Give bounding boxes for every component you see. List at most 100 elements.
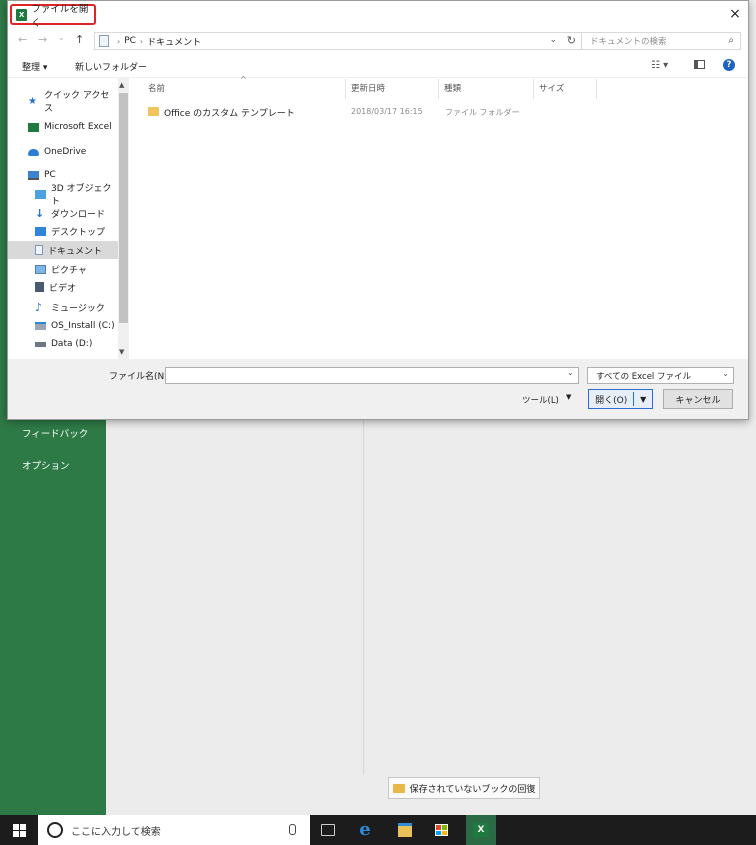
edge-button[interactable]: e xyxy=(350,815,380,845)
recent-locations-icon[interactable]: ⌄ xyxy=(58,33,65,42)
file-modified: 2018/03/17 16:15 xyxy=(351,107,423,116)
dialog-title: ファイルを開く xyxy=(31,3,89,29)
cube-icon xyxy=(35,189,46,199)
scroll-down-icon[interactable]: ▼ xyxy=(119,348,124,356)
open-label: 開く(O) xyxy=(595,395,628,406)
document-icon xyxy=(35,245,43,255)
open-button[interactable]: 開く(O) ▼ xyxy=(588,389,653,409)
drive-icon xyxy=(35,341,46,347)
search-placeholder: ドキュメントの検索 xyxy=(590,37,667,47)
close-button[interactable]: × xyxy=(725,5,745,23)
navigation-pane: ★ クイック アクセス Microsoft Excel OneDrive PC … xyxy=(8,77,129,359)
taskbar-search[interactable]: ここに入力して検索 xyxy=(38,815,310,845)
microphone-icon[interactable] xyxy=(288,824,296,836)
nav-microsoft-excel[interactable]: Microsoft Excel xyxy=(8,118,118,136)
address-bar[interactable]: › PC › ドキュメント ⌄ ↻ xyxy=(94,32,582,50)
new-folder-button[interactable]: 新しいフォルダー xyxy=(75,60,147,73)
nav-label: ピクチャ xyxy=(51,265,87,276)
sort-caret-icon: ^ xyxy=(240,75,247,84)
file-name: Office のカスタム テンプレート xyxy=(164,109,295,119)
back-arrow-icon[interactable]: ← xyxy=(18,33,27,46)
column-type-header[interactable]: 種類 xyxy=(444,82,461,94)
start-button[interactable] xyxy=(0,815,38,845)
nav-videos[interactable]: ビデオ xyxy=(8,278,118,296)
music-icon: ♪ xyxy=(35,300,43,314)
nav-downloads[interactable]: ↓ ダウンロード xyxy=(8,204,118,222)
file-explorer-button[interactable] xyxy=(390,815,420,845)
menu-options[interactable]: オプション xyxy=(22,458,70,472)
nav-label: PC xyxy=(44,170,56,180)
breadcrumb-pc[interactable]: PC xyxy=(124,36,136,46)
nav-quick-access[interactable]: ★ クイック アクセス xyxy=(8,91,118,114)
nav-3d-objects[interactable]: 3D オブジェクト xyxy=(8,184,118,207)
title-highlight: X ファイルを開く xyxy=(10,4,96,29)
cancel-button[interactable]: キャンセル xyxy=(663,389,733,409)
nav-label: Data (D:) xyxy=(51,339,93,349)
recover-unsaved-button[interactable]: 保存されていないブックの回復 xyxy=(388,777,540,799)
nav-onedrive[interactable]: OneDrive xyxy=(8,143,118,161)
taskbar-search-placeholder: ここに入力して検索 xyxy=(71,826,161,838)
task-view-icon xyxy=(321,824,335,836)
tools-caret-icon[interactable]: ▼ xyxy=(566,393,571,401)
open-dropdown-icon[interactable]: ▼ xyxy=(634,395,652,404)
nav-label: ドキュメント xyxy=(48,246,103,257)
breadcrumb-separator: › xyxy=(117,36,121,46)
nav-label: ビデオ xyxy=(49,283,77,294)
filename-input[interactable] xyxy=(165,367,579,384)
open-file-dialog: X ファイルを開く × ← → ⌄ ↑ › PC › ドキュメント ⌄ ↻ ドキ… xyxy=(7,0,749,420)
command-bar: 整理 ▾ 新しいフォルダー ☷ ▾ ? xyxy=(8,55,748,78)
refresh-icon[interactable]: ↻ xyxy=(567,34,576,47)
nav-pictures[interactable]: ピクチャ xyxy=(8,260,118,278)
file-row[interactable]: Office のカスタム テンプレート 2018/03/17 16:15 ファイ… xyxy=(145,101,525,121)
up-arrow-icon[interactable]: ↑ xyxy=(75,33,84,46)
column-divider xyxy=(533,79,534,99)
excel-icon: X xyxy=(16,8,28,21)
preview-pane-icon[interactable] xyxy=(694,60,705,69)
task-view-button[interactable] xyxy=(313,815,343,845)
view-options-icon[interactable]: ☷ ▾ xyxy=(651,60,668,71)
help-icon[interactable]: ? xyxy=(723,59,735,71)
filetype-value: すべての Excel ファイル xyxy=(596,371,691,382)
file-explorer-icon xyxy=(398,823,412,837)
cortana-icon xyxy=(47,822,63,838)
nav-music[interactable]: ♪ ミュージック xyxy=(8,298,118,316)
nav-label: OS_Install (C:) xyxy=(51,321,115,331)
menu-feedback[interactable]: フィードバック xyxy=(22,426,88,440)
download-icon: ↓ xyxy=(35,206,45,220)
nav-desktop[interactable]: デスクトップ xyxy=(8,222,118,240)
folder-icon xyxy=(148,107,159,116)
breadcrumb-separator: › xyxy=(139,36,144,46)
nav-drive-c[interactable]: OS_Install (C:) xyxy=(8,317,118,335)
cloud-icon xyxy=(28,148,39,156)
excel-taskbar-button[interactable]: X xyxy=(466,815,496,845)
search-icon: ⌕ xyxy=(728,35,734,46)
nav-label: デスクトップ xyxy=(51,227,106,238)
tools-button[interactable]: ツール(L) xyxy=(522,394,559,406)
folder-icon xyxy=(392,783,405,793)
dialog-titlebar: X ファイルを開く × xyxy=(8,1,748,29)
filetype-select[interactable]: すべての Excel ファイル ⌄ xyxy=(587,367,734,384)
nav-drive-d[interactable]: Data (D:) xyxy=(8,335,118,353)
chevron-down-icon[interactable]: ⌄ xyxy=(549,35,557,45)
filename-history-chevron-icon[interactable]: ⌄ xyxy=(567,368,574,377)
scroll-up-icon[interactable]: ▲ xyxy=(119,81,124,89)
search-input[interactable]: ドキュメントの検索 ⌕ xyxy=(581,32,741,50)
drive-icon xyxy=(35,322,46,330)
column-name-header[interactable]: 名前 xyxy=(148,82,165,94)
scrollbar-thumb[interactable] xyxy=(119,93,128,323)
desktop-icon xyxy=(35,226,46,236)
nav-documents[interactable]: ドキュメント xyxy=(8,241,118,259)
recover-unsaved-label: 保存されていないブックの回復 xyxy=(409,784,536,795)
nav-label: Microsoft Excel xyxy=(44,122,112,132)
computer-icon xyxy=(28,170,39,180)
excel-icon xyxy=(28,122,39,132)
breadcrumb-documents[interactable]: ドキュメント xyxy=(147,35,201,48)
store-button[interactable] xyxy=(426,815,456,845)
forward-arrow-icon[interactable]: → xyxy=(38,33,47,46)
video-icon xyxy=(35,282,44,292)
column-modified-header[interactable]: 更新日時 xyxy=(351,82,385,94)
nav-label: クイック アクセス xyxy=(44,91,110,114)
organize-button[interactable]: 整理 ▾ xyxy=(22,60,47,73)
nav-label: OneDrive xyxy=(44,147,87,157)
column-size-header[interactable]: サイズ xyxy=(539,82,564,94)
